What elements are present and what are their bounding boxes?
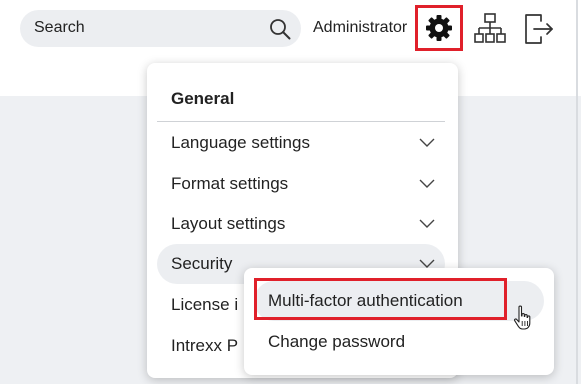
chevron-down-icon bbox=[419, 219, 435, 228]
menu-item-format-settings[interactable]: Format settings bbox=[157, 164, 445, 204]
search-icon[interactable] bbox=[269, 18, 291, 40]
menu-divider bbox=[157, 121, 445, 122]
menu-item-label: Format settings bbox=[171, 174, 289, 193]
highlight-box bbox=[254, 278, 507, 320]
menu-item-layout-settings[interactable]: Layout settings bbox=[157, 204, 445, 244]
menu-item-label: Security bbox=[171, 254, 233, 273]
user-name[interactable]: Administrator bbox=[313, 19, 407, 37]
menu-heading: General bbox=[171, 89, 235, 108]
search-placeholder: Search bbox=[34, 19, 85, 36]
search-input[interactable]: Search bbox=[20, 10, 301, 47]
chevron-down-icon bbox=[419, 138, 435, 147]
submenu-item-change-password[interactable]: Change password bbox=[254, 322, 544, 362]
gear-icon bbox=[426, 15, 452, 41]
menu-item-label: Intrexx P bbox=[171, 336, 239, 355]
sitemap-icon[interactable] bbox=[474, 12, 506, 46]
logout-icon[interactable] bbox=[523, 12, 555, 46]
submenu-item-label: Change password bbox=[268, 332, 406, 351]
hand-cursor-icon bbox=[514, 305, 531, 330]
menu-item-language-settings[interactable]: Language settings bbox=[157, 123, 445, 163]
menu-item-label: License i bbox=[171, 295, 239, 314]
menu-item-label: Language settings bbox=[171, 133, 310, 152]
scrollbar-edge bbox=[576, 0, 578, 384]
settings-button[interactable] bbox=[415, 5, 463, 51]
menu-item-label: Layout settings bbox=[171, 214, 286, 233]
chevron-down-icon bbox=[419, 179, 435, 188]
